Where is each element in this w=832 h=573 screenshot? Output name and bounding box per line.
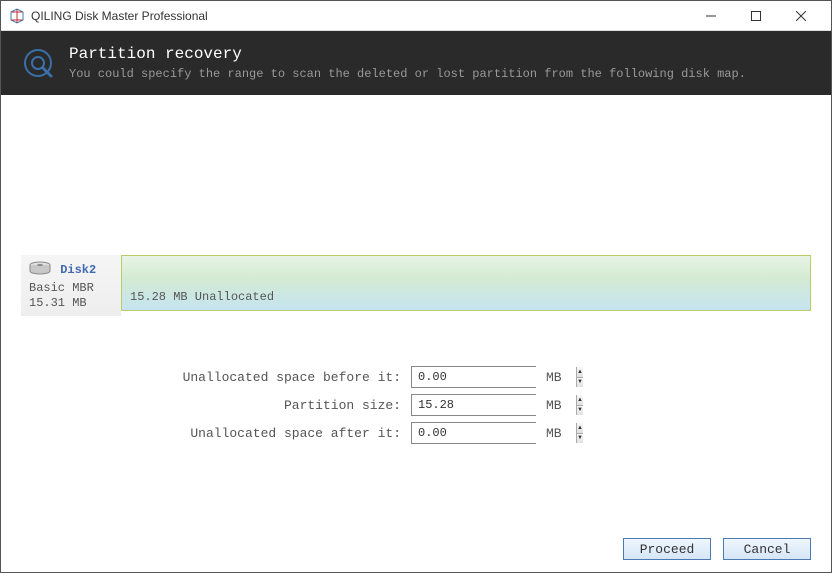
spinner-up-icon[interactable]: ▲	[577, 367, 583, 378]
disk-allocation-bar[interactable]: 15.28 MB Unallocated	[121, 255, 811, 311]
input-unallocated-after[interactable]: ▲ ▼	[411, 422, 536, 444]
input-unallocated-before[interactable]: ▲ ▼	[411, 366, 536, 388]
spinner-down-icon[interactable]: ▼	[577, 378, 583, 388]
disk-type: Basic MBR	[29, 281, 113, 295]
titlebar: QILING Disk Master Professional	[1, 1, 831, 31]
spinner-up-icon[interactable]: ▲	[577, 395, 583, 406]
row-unallocated-before: Unallocated space before it: ▲ ▼ MB	[21, 366, 811, 388]
input-partition-size[interactable]: ▲ ▼	[411, 394, 536, 416]
page-header: Partition recovery You could specify the…	[1, 31, 831, 95]
row-partition-size: Partition size: ▲ ▼ MB	[21, 394, 811, 416]
cancel-button[interactable]: Cancel	[723, 538, 811, 560]
unit-size: MB	[546, 398, 562, 413]
proceed-button[interactable]: Proceed	[623, 538, 711, 560]
disk-name: Disk2	[60, 263, 96, 277]
row-unallocated-after: Unallocated space after it: ▲ ▼ MB	[21, 422, 811, 444]
disk-info: Disk2 Basic MBR 15.31 MB	[21, 255, 121, 316]
window-title: QILING Disk Master Professional	[31, 9, 688, 23]
spinner-down-icon[interactable]: ▼	[577, 434, 583, 444]
form-area: Unallocated space before it: ▲ ▼ MB Part…	[21, 366, 811, 444]
close-button[interactable]	[778, 2, 823, 30]
allocation-text: 15.28 MB Unallocated	[130, 290, 274, 304]
minimize-button[interactable]	[688, 2, 733, 30]
app-icon	[9, 8, 25, 24]
window-controls	[688, 2, 823, 30]
disk-drive-icon	[29, 261, 51, 279]
header-subtitle: You could specify the range to scan the …	[69, 67, 746, 81]
disk-map: Disk2 Basic MBR 15.31 MB 15.28 MB Unallo…	[21, 255, 811, 316]
content-area: Disk2 Basic MBR 15.31 MB 15.28 MB Unallo…	[1, 95, 831, 572]
label-unallocated-after: Unallocated space after it:	[21, 426, 411, 441]
maximize-button[interactable]	[733, 2, 778, 30]
unit-before: MB	[546, 370, 562, 385]
spinner-up-icon[interactable]: ▲	[577, 423, 583, 434]
unit-after: MB	[546, 426, 562, 441]
disk-size: 15.31 MB	[29, 296, 113, 310]
label-partition-size: Partition size:	[21, 398, 411, 413]
footer-buttons: Proceed Cancel	[623, 538, 811, 560]
label-unallocated-before: Unallocated space before it:	[21, 370, 411, 385]
header-title: Partition recovery	[69, 45, 746, 63]
spinner-down-icon[interactable]: ▼	[577, 406, 583, 416]
recovery-icon	[21, 46, 55, 80]
